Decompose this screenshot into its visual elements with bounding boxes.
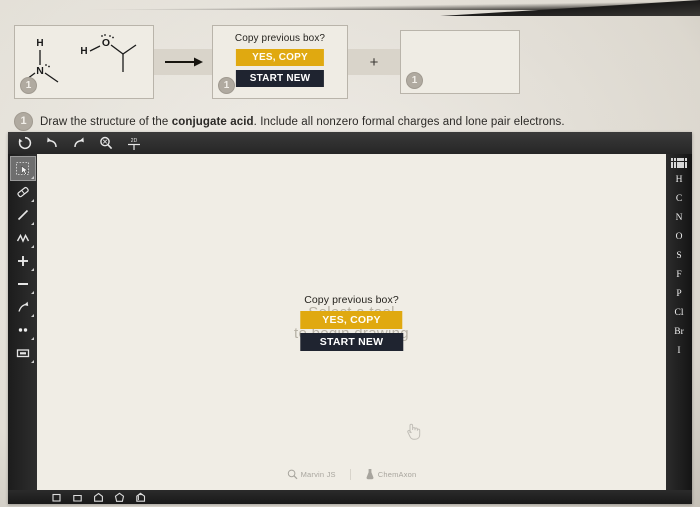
info-badge[interactable]: 1 [218, 77, 235, 94]
element-button-i[interactable]: I [668, 342, 690, 361]
chemaxon-label: ChemAxon [377, 469, 417, 479]
plus-separator: + [348, 49, 400, 75]
reaction-arrow [154, 49, 212, 75]
marvin-logo-icon [287, 469, 298, 479]
copy-dialog-question: Copy previous box? [304, 294, 399, 306]
copy-previous-dialog-canvas: Copy previous box? YES, COPY START NEW [299, 294, 404, 351]
start-new-button[interactable]: START NEW [235, 70, 325, 87]
atom-label-n: N [36, 65, 44, 77]
minus-charge-tool[interactable] [11, 272, 35, 295]
periodic-table-icon[interactable] [671, 158, 687, 168]
bond-tool[interactable] [11, 203, 35, 226]
undo-icon[interactable] [44, 136, 59, 151]
clean-2d-icon[interactable]: 2D [125, 136, 143, 151]
select-tool[interactable] [9, 156, 36, 181]
yes-copy-button[interactable]: YES, COPY [300, 311, 403, 329]
cursor-icon [407, 423, 421, 440]
cyclobutane-template[interactable] [50, 492, 62, 503]
element-button-n[interactable]: N [668, 209, 690, 228]
element-button-c[interactable]: C [668, 190, 690, 209]
redo-icon[interactable] [71, 136, 86, 151]
chain-tool[interactable] [11, 226, 35, 249]
element-button-o[interactable]: O [668, 228, 690, 247]
copy-previous-dialog-box1: Copy previous box? YES, COPY START NEW [235, 33, 325, 87]
start-new-button[interactable]: START NEW [299, 333, 404, 351]
yes-copy-button[interactable]: YES, COPY [236, 49, 324, 66]
element-button-cl[interactable]: Cl [668, 304, 690, 323]
instruction-emphasis: conjugate acid [171, 115, 254, 128]
atom-label-h2: H [80, 46, 87, 57]
reactant-box: H N H O 1 [14, 25, 154, 99]
product-box-2[interactable]: 1 [400, 30, 520, 94]
instruction-row: 1 Draw the structure of the conjugate ac… [14, 112, 674, 131]
instruction-info-badge[interactable]: 1 [14, 112, 33, 131]
arrow-icon [165, 57, 203, 67]
info-badge[interactable]: 1 [20, 77, 37, 94]
cycloheptane-template[interactable] [113, 492, 125, 503]
svg-text:2D: 2D [131, 138, 138, 144]
info-badge[interactable]: 1 [406, 72, 423, 89]
arrow-tool[interactable] [11, 295, 35, 318]
plus-charge-tool[interactable] [11, 249, 35, 272]
marvin-js-editor: 2D H C N O S F P Cl Br I Copy previous b… [8, 132, 692, 504]
reaction-row: H N H O 1 Copy previous box? YES, COPY S… [14, 25, 520, 99]
cyclohexane-template[interactable] [92, 492, 104, 503]
product-box-1[interactable]: Copy previous box? YES, COPY START NEW 1 [212, 25, 348, 99]
drawing-canvas[interactable]: Select a tool to begin drawing Copy prev… [37, 154, 666, 490]
element-button-p[interactable]: P [668, 285, 690, 304]
copy-dialog-question: Copy previous box? [234, 33, 326, 44]
rectangle-tool[interactable] [11, 341, 35, 364]
editor-right-toolbar: H C N O S F P Cl Br I [666, 154, 692, 490]
editor-top-toolbar: 2D [8, 132, 692, 154]
reset-icon[interactable] [17, 136, 32, 151]
editor-branding: Marvin JS ChemAxon [37, 468, 666, 480]
editor-bottom-toolbar [8, 490, 692, 504]
eraser-tool[interactable] [11, 180, 35, 203]
zoom-icon[interactable] [98, 136, 113, 151]
chemaxon-logo-icon [366, 469, 374, 480]
instruction-prefix: Draw the structure of the [40, 115, 172, 128]
element-button-h[interactable]: H [668, 171, 690, 190]
editor-left-toolbar [8, 154, 37, 490]
element-button-br[interactable]: Br [668, 323, 690, 342]
element-button-f[interactable]: F [668, 266, 690, 285]
instruction-text: Draw the structure of the conjugate acid… [40, 116, 565, 128]
element-button-s[interactable]: S [668, 247, 690, 266]
chemaxon-brand: ChemAxon [351, 468, 431, 480]
marvin-label: Marvin JS [300, 469, 336, 479]
cyclopentane-template[interactable] [71, 492, 83, 503]
lone-pair-tool[interactable] [11, 318, 35, 341]
marvin-brand: Marvin JS [273, 468, 351, 480]
instruction-suffix: . Include all nonzero formal charges and… [253, 115, 565, 128]
atom-label-h: H [36, 38, 43, 49]
benzene-template[interactable] [134, 492, 146, 503]
atom-label-o: O [102, 37, 110, 49]
